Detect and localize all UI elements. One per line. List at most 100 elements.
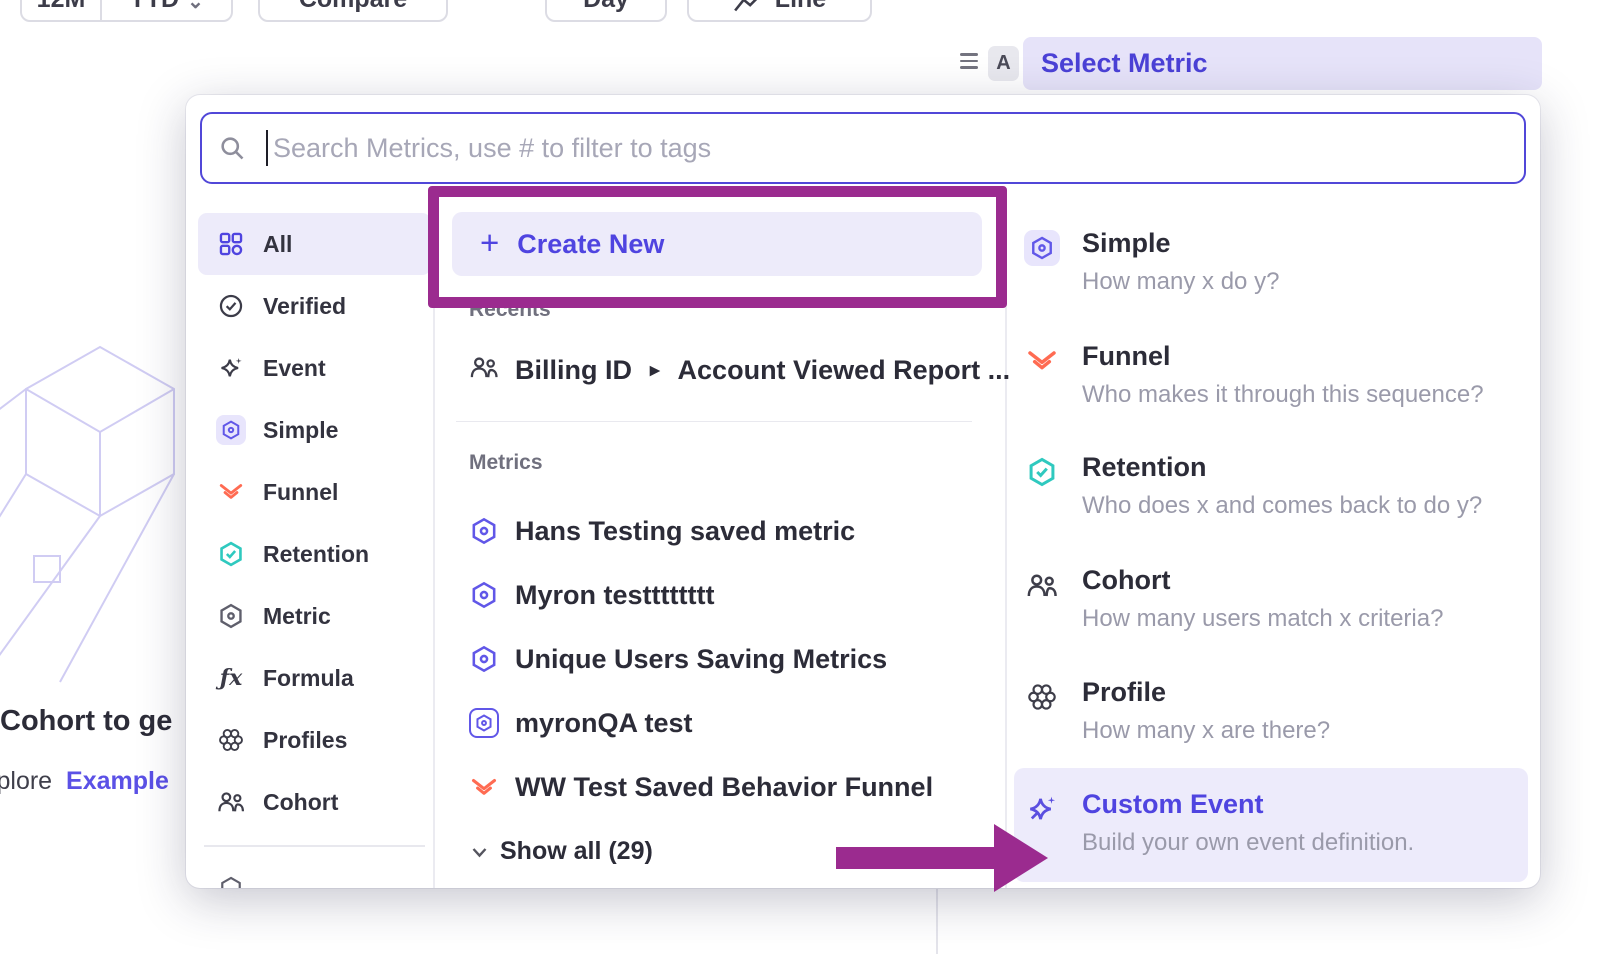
metric-list-item[interactable]: myronQA test bbox=[469, 691, 981, 755]
cohort-people-icon bbox=[1024, 567, 1060, 603]
sidebar-item-label: All bbox=[263, 231, 292, 258]
sidebar-item-event[interactable]: Event bbox=[198, 337, 431, 399]
compare-button[interactable]: Compare bbox=[258, 0, 448, 22]
saved-metrics-list: Hans Testing saved metric Myron testtttt… bbox=[469, 499, 981, 819]
recents-heading: Recents bbox=[469, 298, 551, 322]
sidebar-item-metric[interactable]: Metric bbox=[198, 585, 431, 647]
metric-list-item[interactable]: Unique Users Saving Metrics bbox=[469, 627, 981, 691]
profiles-flower-icon bbox=[1024, 679, 1060, 715]
simple-metric-icon bbox=[216, 415, 246, 445]
sidebar-item-label: Verified bbox=[263, 293, 346, 320]
metric-type-profile[interactable]: Profile How many x are there? bbox=[1024, 677, 1519, 745]
saved-metric-hexagon-icon bbox=[469, 644, 499, 674]
text-caret bbox=[266, 130, 268, 166]
funnel-icon bbox=[469, 772, 499, 802]
retention-icon bbox=[1024, 454, 1060, 490]
metric-list-item[interactable]: WW Test Saved Behavior Funnel bbox=[469, 755, 981, 819]
metrics-heading: Metrics bbox=[469, 451, 543, 475]
create-new-label: Create New bbox=[517, 229, 664, 260]
metric-item-label: WW Test Saved Behavior Funnel bbox=[515, 772, 933, 803]
column-divider bbox=[1005, 201, 1007, 888]
metric-type-desc: Build your own event definition. bbox=[1082, 829, 1414, 857]
retention-icon bbox=[216, 539, 246, 569]
formula-icon: ƒx bbox=[216, 663, 246, 693]
sidebar-item-verified[interactable]: Verified bbox=[198, 275, 431, 337]
boxed-metric-icon bbox=[469, 708, 499, 738]
funnel-icon bbox=[1024, 343, 1060, 379]
range-12m-button[interactable]: 12M bbox=[22, 0, 100, 20]
range-ytd-button[interactable]: YTD ⌄ bbox=[100, 0, 231, 20]
metric-item-label: Myron testttttttt bbox=[515, 580, 714, 611]
metric-row-badge: A bbox=[988, 46, 1019, 81]
chevron-down-icon: ⌄ bbox=[187, 0, 204, 14]
recent-item-secondary: Account Viewed Report ... bbox=[678, 355, 1011, 386]
sidebar-item-label: Simple bbox=[263, 417, 338, 444]
metric-list-item[interactable]: Hans Testing saved metric bbox=[469, 499, 981, 563]
sidebar-item-label: Retention bbox=[263, 541, 369, 568]
sidebar-divider bbox=[204, 845, 425, 847]
breadcrumb-arrow-icon: ▸ bbox=[650, 359, 660, 382]
sidebar-item-label: Cohort bbox=[263, 789, 338, 816]
metric-item-label: myronQA test bbox=[515, 708, 693, 739]
metric-type-desc: How many users match x criteria? bbox=[1082, 605, 1443, 633]
line-chart-icon bbox=[733, 0, 763, 14]
category-sidebar: All Verified Event bbox=[198, 213, 431, 888]
event-spark-icon bbox=[216, 353, 246, 383]
sidebar-item-formula[interactable]: ƒx Formula bbox=[198, 647, 431, 709]
sidebar-item-cohort[interactable]: Cohort bbox=[198, 771, 431, 833]
create-new-button[interactable]: + Create New bbox=[452, 212, 982, 276]
metric-type-desc: How many x are there? bbox=[1082, 717, 1330, 745]
sidebar-item-all[interactable]: All bbox=[198, 213, 431, 275]
metric-type-simple[interactable]: Simple How many x do y? bbox=[1024, 228, 1519, 296]
sidebar-item-label: Profiles bbox=[263, 727, 347, 754]
recent-item[interactable]: Billing ID ▸ Account Viewed Report ... bbox=[469, 342, 1010, 398]
show-all-toggle[interactable]: Show all (29) bbox=[471, 837, 653, 866]
search-input[interactable]: Search Metrics, use # to filter to tags bbox=[200, 112, 1526, 184]
metric-type-cohort[interactable]: Cohort How many users match x criteria? bbox=[1024, 565, 1519, 633]
chart-type-label: Line bbox=[775, 0, 826, 14]
sidebar-item-partial[interactable] bbox=[198, 857, 431, 889]
plus-icon: + bbox=[480, 226, 499, 259]
metric-type-title: Cohort bbox=[1082, 565, 1170, 595]
date-range-control: 12M YTD ⌄ bbox=[20, 0, 233, 22]
verified-badge-icon bbox=[216, 291, 246, 321]
funnel-icon bbox=[216, 477, 246, 507]
sidebar-item-label: Event bbox=[263, 355, 326, 382]
cohort-people-icon bbox=[216, 787, 246, 817]
hexagon-icon bbox=[216, 873, 246, 889]
saved-metric-hexagon-icon bbox=[469, 580, 499, 610]
empty-state-subline: xplore Example bbox=[0, 767, 169, 796]
subline-text: xplore bbox=[0, 767, 52, 795]
metric-item-label: Hans Testing saved metric bbox=[515, 516, 855, 547]
profiles-flower-icon bbox=[216, 725, 246, 755]
metric-type-funnel[interactable]: Funnel Who makes it through this sequenc… bbox=[1024, 341, 1519, 409]
sidebar-item-funnel[interactable]: Funnel bbox=[198, 461, 431, 523]
granularity-day-button[interactable]: Day bbox=[545, 0, 667, 22]
recent-item-primary: Billing ID bbox=[515, 355, 632, 386]
app-canvas: 12M YTD ⌄ Compare Day Line A Select Metr… bbox=[0, 0, 1616, 954]
metric-list-item[interactable]: Myron testttttttt bbox=[469, 563, 981, 627]
section-divider bbox=[456, 421, 972, 422]
custom-event-spark-icon bbox=[1024, 791, 1060, 827]
chart-type-line-button[interactable]: Line bbox=[687, 0, 872, 22]
grid-icon bbox=[216, 229, 246, 259]
column-divider bbox=[433, 201, 435, 888]
sidebar-item-label: Metric bbox=[263, 603, 331, 630]
metric-type-custom-event[interactable]: Custom Event Build your own event defini… bbox=[1014, 768, 1528, 882]
metric-type-retention[interactable]: Retention Who does x and comes back to d… bbox=[1024, 452, 1519, 520]
sidebar-item-retention[interactable]: Retention bbox=[198, 523, 431, 585]
panel-divider bbox=[936, 884, 938, 954]
saved-metric-hexagon-icon bbox=[469, 516, 499, 546]
search-icon bbox=[218, 134, 246, 162]
metric-type-desc: Who does x and comes back to do y? bbox=[1082, 492, 1482, 520]
sidebar-item-profiles[interactable]: Profiles bbox=[198, 709, 431, 771]
select-metric-field[interactable]: Select Metric bbox=[1023, 37, 1542, 90]
simple-metric-icon bbox=[1024, 230, 1060, 266]
example-reports-link[interactable]: Example bbox=[66, 767, 169, 795]
metric-type-title: Funnel bbox=[1082, 341, 1171, 371]
sidebar-item-simple[interactable]: Simple bbox=[198, 399, 431, 461]
drag-handle-icon[interactable] bbox=[960, 53, 978, 69]
metric-picker-modal: Search Metrics, use # to filter to tags … bbox=[186, 95, 1540, 888]
metric-type-desc: How many x do y? bbox=[1082, 268, 1279, 296]
search-placeholder: Search Metrics, use # to filter to tags bbox=[273, 133, 711, 164]
